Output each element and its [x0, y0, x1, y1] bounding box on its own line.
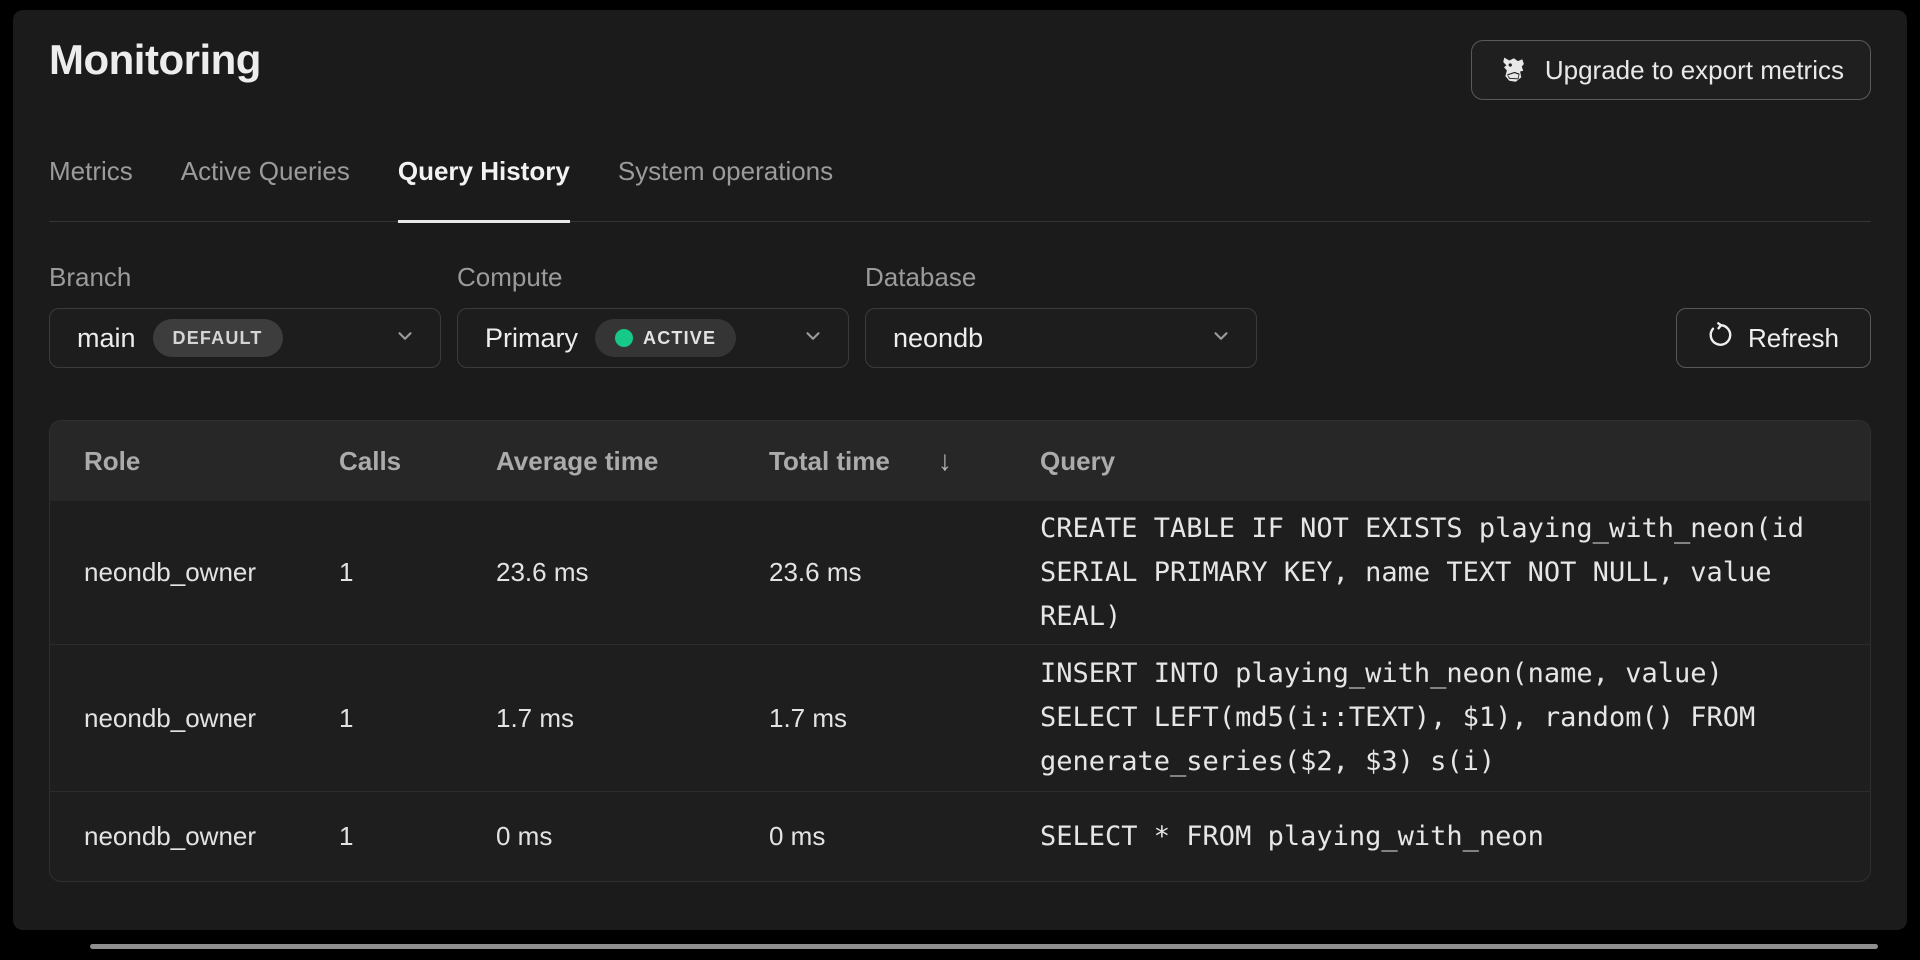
refresh-icon — [1708, 322, 1734, 355]
total-time-header-label: Total time — [769, 446, 890, 477]
table-row: neondb_owner 1 1.7 ms 1.7 ms INSERT INTO… — [50, 644, 1870, 791]
cell-total-time: 23.6 ms — [769, 557, 1040, 588]
column-header-query[interactable]: Query — [1040, 446, 1840, 477]
cell-average-time: 23.6 ms — [496, 557, 769, 588]
tab-query-history[interactable]: Query History — [398, 158, 570, 223]
branch-label: Branch — [49, 262, 441, 292]
cell-role: neondb_owner — [84, 821, 339, 852]
database-filter-group: Database neondb — [865, 262, 1257, 368]
sort-desc-icon[interactable]: ↓ — [938, 445, 952, 477]
upgrade-to-export-metrics-button[interactable]: Upgrade to export metrics — [1471, 40, 1871, 100]
cell-total-time: 0 ms — [769, 821, 1040, 852]
chevron-down-icon — [394, 325, 416, 352]
app-window: Monitoring Upgrade to export metrics Met… — [0, 0, 1920, 960]
cell-total-time: 1.7 ms — [769, 703, 1040, 734]
compute-label: Compute — [457, 262, 849, 292]
filter-bar: Branch main DEFAULT Compute Primary ACTI… — [49, 262, 1871, 368]
cell-average-time: 1.7 ms — [496, 703, 769, 734]
cell-calls: 1 — [339, 557, 496, 588]
branch-select[interactable]: main DEFAULT — [49, 308, 441, 368]
monitoring-tabs: Metrics Active Queries Query History Sys… — [49, 158, 1871, 222]
window-bottom-edge-highlight — [90, 944, 1878, 949]
column-header-total-time[interactable]: Total time ↓ — [769, 445, 1040, 477]
table-row: neondb_owner 1 23.6 ms 23.6 ms CREATE TA… — [50, 501, 1870, 644]
datadog-dog-icon — [1498, 55, 1530, 85]
cell-query-sql: CREATE TABLE IF NOT EXISTS playing_with_… — [1040, 507, 1818, 639]
database-select[interactable]: neondb — [865, 308, 1257, 368]
chevron-down-icon — [1210, 325, 1232, 352]
cell-average-time: 0 ms — [496, 821, 769, 852]
compute-select-value: Primary — [485, 323, 578, 354]
database-select-value: neondb — [893, 323, 983, 354]
monitoring-page: Monitoring Upgrade to export metrics Met… — [13, 10, 1907, 930]
compute-select[interactable]: Primary ACTIVE — [457, 308, 849, 368]
cell-query-sql: SELECT * FROM playing_with_neon — [1040, 815, 1818, 859]
cell-role: neondb_owner — [84, 703, 339, 734]
cell-calls: 1 — [339, 703, 496, 734]
table-header-row: Role Calls Average time Total time ↓ Que… — [50, 421, 1870, 501]
compute-filter-group: Compute Primary ACTIVE — [457, 262, 849, 368]
cell-calls: 1 — [339, 821, 496, 852]
column-header-average-time[interactable]: Average time — [496, 446, 769, 477]
active-status-dot — [615, 329, 633, 347]
refresh-button[interactable]: Refresh — [1676, 308, 1871, 368]
query-history-table: Role Calls Average time Total time ↓ Que… — [49, 420, 1871, 882]
active-badge-label: ACTIVE — [643, 328, 716, 349]
branch-filter-group: Branch main DEFAULT — [49, 262, 441, 368]
refresh-button-label: Refresh — [1748, 323, 1839, 354]
default-badge: DEFAULT — [153, 319, 283, 357]
cell-role: neondb_owner — [84, 557, 339, 588]
column-header-role[interactable]: Role — [84, 446, 339, 477]
branch-select-value: main — [77, 323, 136, 354]
database-label: Database — [865, 262, 1257, 292]
tab-system-operations[interactable]: System operations — [618, 158, 833, 223]
tab-metrics[interactable]: Metrics — [49, 158, 133, 223]
chevron-down-icon — [802, 325, 824, 352]
column-header-calls[interactable]: Calls — [339, 446, 496, 477]
active-badge: ACTIVE — [595, 319, 736, 357]
upgrade-button-label: Upgrade to export metrics — [1545, 55, 1844, 86]
cell-query-sql: INSERT INTO playing_with_neon(name, valu… — [1040, 652, 1818, 784]
tab-active-queries[interactable]: Active Queries — [181, 158, 350, 223]
table-row: neondb_owner 1 0 ms 0 ms SELECT * FROM p… — [50, 791, 1870, 881]
